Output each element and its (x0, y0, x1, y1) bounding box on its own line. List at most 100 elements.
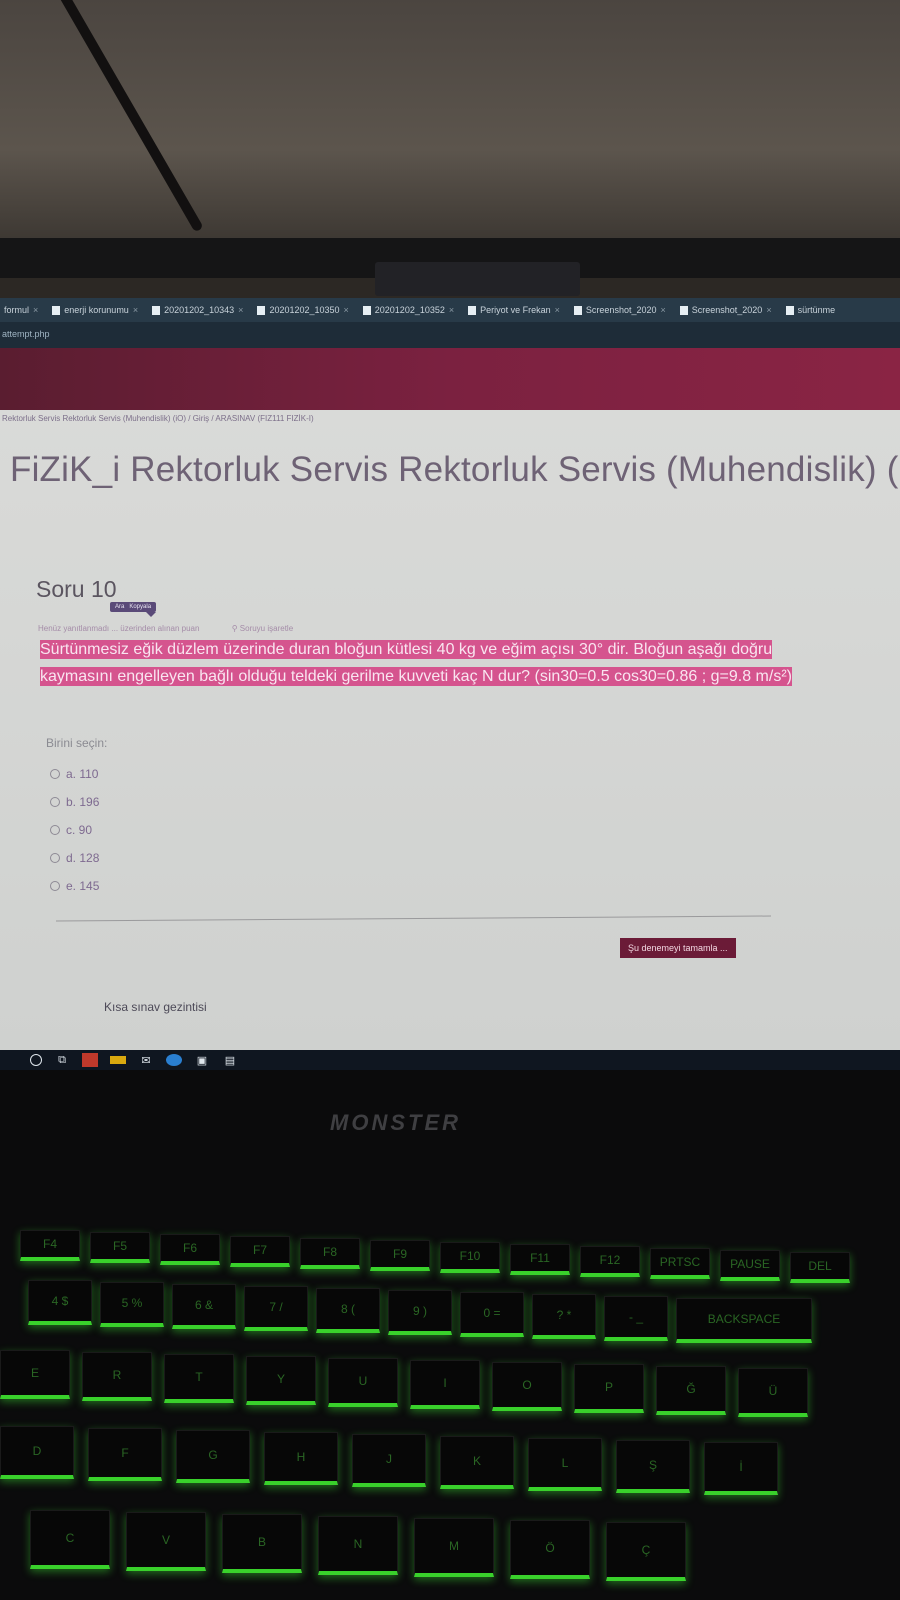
answer-option[interactable]: e. 145 (50, 872, 99, 900)
quiz-navigation-heading: Kısa sınav gezintisi (104, 1000, 207, 1014)
keyboard-key: H (264, 1432, 338, 1485)
flag-question-link[interactable]: ⚲ Soruyu işaretle (232, 624, 293, 633)
laptop-screen: formul × enerji korunumu × 20201202_10343 ×… (0, 298, 900, 1070)
question-meta: Henüz yanıtlanmadı ... üzerinden alınan … (38, 624, 293, 633)
close-icon[interactable]: × (33, 305, 38, 315)
keyboard-key: BACKSPACE (676, 1298, 812, 1343)
opera-icon[interactable] (82, 1053, 98, 1067)
file-icon (152, 305, 161, 315)
keyboard-key: F11 (510, 1244, 570, 1275)
file-icon (257, 305, 266, 315)
radio-button[interactable] (50, 853, 60, 863)
close-icon[interactable]: × (133, 305, 138, 315)
selected-question-text: Sürtünmesiz eğik düzlem üzerinde duran b… (40, 640, 792, 686)
radio-button[interactable] (50, 769, 60, 779)
close-icon[interactable]: × (238, 305, 243, 315)
keyboard-key: P (574, 1364, 644, 1413)
start-icon[interactable] (30, 1054, 42, 1066)
windows-taskbar: ⧉ ✉ ▣ ▤ (0, 1050, 900, 1070)
keyboard-key: İ (704, 1442, 778, 1495)
keyboard-key: C (30, 1510, 110, 1569)
keyboard-key: F5 (90, 1232, 150, 1263)
keyboard-key: M (414, 1518, 494, 1577)
answer-option[interactable]: a. 110 (50, 760, 99, 788)
brand-logo: MONSTER (330, 1110, 461, 1135)
keyboard-key: E (0, 1350, 70, 1399)
file-icon (679, 305, 688, 315)
keyboard-key: PRTSC (650, 1248, 710, 1279)
store-icon[interactable]: ▣ (194, 1054, 210, 1067)
close-icon[interactable]: × (660, 305, 665, 315)
browser-tab[interactable]: 20201202_10350 × (255, 305, 354, 315)
keyboard-key: Ü (738, 1368, 808, 1417)
page-title: FiZiK_i Rektorluk Servis Rektorluk Servi… (10, 450, 900, 489)
keyboard-key: F (88, 1428, 162, 1481)
close-icon[interactable]: × (344, 305, 349, 315)
answer-option[interactable]: b. 196 (50, 788, 99, 816)
browser-tab[interactable]: Screenshot_2020 × (572, 305, 672, 315)
browser-tab[interactable]: formul × (2, 305, 44, 315)
keyboard-key: G (176, 1430, 250, 1483)
copy-tooltip-button[interactable]: Kopyala (129, 604, 151, 610)
laptop-body: MONSTER F4 F5 F6 F7 F8 F9 F10 F11 F12 PRTSC PAUSE D… (0, 1070, 900, 1600)
keyboard-key: 6 & (172, 1284, 236, 1329)
keyboard-key: Ö (510, 1520, 590, 1579)
browser-tab-bar: formul × enerji korunumu × 20201202_10343 ×… (0, 298, 900, 322)
file-icon (362, 305, 371, 315)
keyboard-key: - _ (604, 1296, 668, 1341)
browser-tab[interactable]: enerji korunumu × (50, 305, 144, 315)
file-icon (573, 305, 582, 315)
keyboard-key: I (410, 1360, 480, 1409)
keyboard-key: PAUSE (720, 1250, 780, 1281)
file-explorer-icon[interactable] (110, 1056, 126, 1064)
finish-attempt-button[interactable]: Şu denemeyi tamamla ... (620, 938, 736, 958)
keyboard-key: F10 (440, 1242, 500, 1273)
browser-tab[interactable]: Screenshot_2020 × (678, 305, 778, 315)
selection-tooltip: Ara Kopyala (110, 602, 157, 617)
keyboard-key: Ç (606, 1522, 686, 1581)
address-bar[interactable]: attempt.php (0, 322, 900, 348)
breadcrumb[interactable]: Rektorluk Servis Rektorluk Servis (Muhen… (2, 414, 314, 423)
keyboard-key: F6 (160, 1234, 220, 1265)
search-tooltip-button[interactable]: Ara (115, 604, 124, 610)
question-heading: Soru 10 (36, 576, 117, 602)
url-text[interactable]: attempt.php (2, 329, 50, 339)
task-view-icon[interactable]: ⧉ (54, 1054, 70, 1067)
file-icon (785, 305, 794, 315)
keyboard-key: 5 % (100, 1282, 164, 1327)
answer-option[interactable]: d. 128 (50, 844, 99, 872)
keyboard-key: O (492, 1362, 562, 1411)
keyboard-key: Y (246, 1356, 316, 1405)
keyboard-key: F7 (230, 1236, 290, 1267)
radio-button[interactable] (50, 797, 60, 807)
answer-option[interactable]: c. 90 (50, 816, 99, 844)
browser-tab[interactable]: Periyot ve Frekan × (466, 305, 566, 315)
mail-icon[interactable]: ✉ (138, 1054, 154, 1067)
divider (56, 915, 771, 922)
radio-button[interactable] (50, 881, 60, 891)
keyboard-key: D (0, 1426, 74, 1479)
keyboard-key: V (126, 1512, 206, 1571)
keyboard-key: 4 $ (28, 1280, 92, 1325)
close-icon[interactable]: × (555, 305, 560, 315)
webcam (375, 262, 580, 296)
keyboard-key: F9 (370, 1240, 430, 1271)
keyboard-key: J (352, 1434, 426, 1487)
answer-options: a. 110 b. 196 c. 90 d. 128 e. 145 (50, 760, 99, 900)
radio-button[interactable] (50, 825, 60, 835)
keyboard-key: L (528, 1438, 602, 1491)
browser-tab[interactable]: 20201202_10352 × (361, 305, 460, 315)
question-text: Sürtünmesiz eğik düzlem üzerinde duran b… (40, 636, 800, 690)
close-icon[interactable]: × (766, 305, 771, 315)
edge-icon[interactable] (166, 1054, 182, 1066)
keyboard-key: B (222, 1514, 302, 1573)
keyboard-key: F4 (20, 1230, 80, 1261)
close-icon[interactable]: × (449, 305, 454, 315)
keyboard: F4 F5 F6 F7 F8 F9 F10 F11 F12 PRTSC PAUSE DEL 4 $5 %… (0, 1230, 900, 1600)
browser-tab[interactable]: sürtünme (784, 305, 842, 315)
keyboard-key: DEL (790, 1252, 850, 1283)
browser-tab[interactable]: 20201202_10343 × (150, 305, 249, 315)
word-icon[interactable]: ▤ (222, 1054, 238, 1067)
site-header (0, 348, 900, 410)
page-content: Rektorluk Servis Rektorluk Servis (Muhen… (0, 410, 900, 1050)
